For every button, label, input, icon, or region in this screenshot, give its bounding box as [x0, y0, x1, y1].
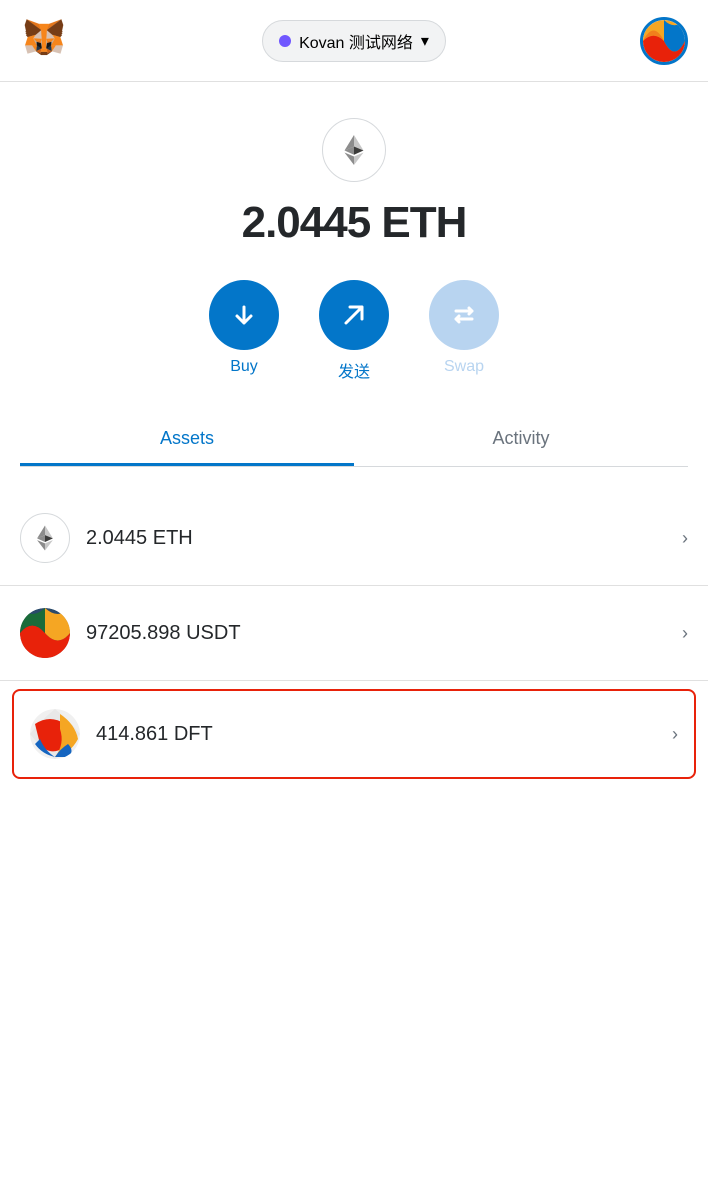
chevron-down-icon: ▾	[421, 31, 429, 51]
swap-label: Swap	[444, 358, 484, 376]
chevron-right-icon-usdt: ›	[682, 623, 688, 644]
network-label: Kovan 测试网络	[299, 29, 413, 53]
chevron-right-icon-dft: ›	[672, 724, 678, 745]
avatar[interactable]	[640, 17, 688, 65]
header: Kovan 测试网络 ▾	[0, 0, 708, 82]
balance-display: 2.0445 ETH	[242, 198, 467, 248]
network-dot	[279, 35, 291, 47]
asset-item-usdt[interactable]: 97205.898 USDT ›	[0, 586, 708, 681]
eth-balance: 2.0445 ETH	[86, 527, 682, 550]
chevron-right-icon: ›	[682, 528, 688, 549]
buy-button-wrap[interactable]: Buy	[209, 280, 279, 376]
action-buttons: Buy 发送 Swap	[209, 280, 499, 382]
swap-button[interactable]	[429, 280, 499, 350]
eth-asset-icon	[20, 513, 70, 563]
tab-assets[interactable]: Assets	[20, 414, 354, 466]
metamask-logo	[20, 14, 68, 67]
asset-item-eth[interactable]: 2.0445 ETH ›	[0, 491, 708, 586]
usdt-balance: 97205.898 USDT	[86, 622, 682, 645]
send-button-wrap[interactable]: 发送	[319, 280, 389, 382]
asset-item-dft[interactable]: 414.861 DFT ›	[12, 689, 696, 779]
buy-label: Buy	[230, 358, 258, 376]
buy-button[interactable]	[209, 280, 279, 350]
dft-asset-icon	[30, 709, 80, 759]
swap-button-wrap: Swap	[429, 280, 499, 376]
wallet-section: 2.0445 ETH Buy 发送	[0, 82, 708, 491]
network-selector[interactable]: Kovan 测试网络 ▾	[262, 20, 446, 62]
send-button[interactable]	[319, 280, 389, 350]
main-content: 2.0445 ETH Buy 发送	[0, 82, 708, 1197]
usdt-asset-icon	[20, 608, 70, 658]
send-label: 发送	[338, 358, 370, 382]
eth-icon	[322, 118, 386, 182]
tab-activity[interactable]: Activity	[354, 414, 688, 466]
tabs: Assets Activity	[20, 414, 688, 467]
dft-balance: 414.861 DFT	[96, 723, 672, 746]
asset-list: 2.0445 ETH › 97205.898 USDT ›	[0, 491, 708, 779]
